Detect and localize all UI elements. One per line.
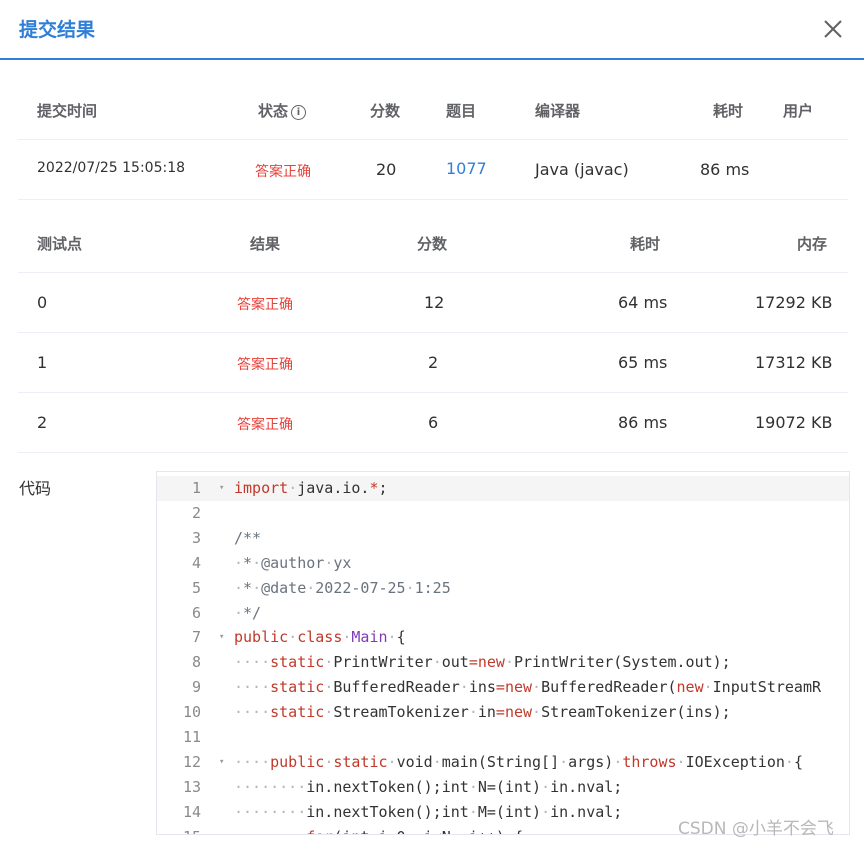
case-elapsed: 65 ms [618,353,668,372]
case-memory: 19072 KB [755,413,833,432]
line-number: 13 [182,777,201,796]
code-line: 8 ····static·PrintWriter·out=new·PrintWri… [157,650,849,675]
code-line: 11 [157,725,849,750]
divider [18,452,848,453]
code-text: ·*·@author·yx [234,553,352,572]
line-number: 9 [191,678,201,697]
line-number: 11 [182,728,201,746]
code-line: 2 [157,501,849,526]
code-label: 代码 [19,479,52,498]
line-number: 2 [191,503,201,522]
case-result: 答案正确 [237,417,293,433]
code-line: 6 ·*/ [157,601,849,626]
code-text: ········in.nextToken();int·N=(int)·in.nv… [234,777,623,796]
divider [18,139,848,140]
info-icon[interactable]: i [291,105,307,120]
line-number: 1 [191,479,201,497]
code-text: ····static·PrintWriter·out=new·PrintWrit… [234,653,731,672]
code-text: ····static·StreamTokenizer·in=new·Stream… [234,703,731,722]
header-user: 用户 [783,102,814,120]
case-score: 6 [428,413,439,432]
code-line: 4 ·*·@author·yx [157,551,849,576]
problem-link[interactable]: 1077 [446,159,487,178]
line-number: 3 [191,528,201,547]
divider [18,272,848,273]
case-result: 答案正确 [237,357,293,373]
line-number: 5 [191,578,201,597]
case-id: 2 [37,413,48,432]
dialog-header: 提交结果 [0,0,864,60]
case-memory: 17312 KB [755,353,833,372]
submission-status: 答案正确 [255,164,311,180]
header-problem: 题目 [446,102,477,120]
header-elapsed: 耗时 [713,102,744,120]
case-score: 12 [424,293,445,312]
header-memory: 内存 [797,235,828,253]
submission-compiler: Java (javac) [535,160,629,179]
header-case: 测试点 [37,235,83,253]
case-score: 2 [428,353,439,372]
code-line: 5 ·*·@date·2022-07-25·1:25 [157,576,849,601]
line-number: 4 [191,553,201,572]
code-text: ········for(int·i=0;·i<N;·i++)·{ [234,825,523,834]
watermark: CSDN @小羊不会飞 [678,819,834,839]
case-memory: 17292 KB [755,293,833,312]
fold-arrow-icon[interactable]: ▾ [219,625,224,650]
case-elapsed: 86 ms [618,413,668,432]
code-line: 1 ▾ import·java.io.*; [157,476,849,501]
line-number: 12 [182,752,201,771]
code-line: 12 ▾ ····public·static·void·main(String[]·… [157,750,849,775]
header-result: 结果 [250,235,281,253]
line-number: 8 [191,653,201,672]
divider [18,332,848,333]
line-number: 7 [191,628,201,647]
submission-time: 2022/07/25 15:05:18 [37,160,186,176]
line-number: 15 [157,825,201,834]
code-editor[interactable]: 1 ▾ import·java.io.*; 2 3 /** 4 ·*·@author·yx 5 ·… [156,471,850,835]
code-text: ····public·static·void·main(String[]·arg… [234,752,803,771]
close-icon[interactable] [820,13,846,43]
code-text: import·java.io.*; [234,479,388,497]
dialog-title: 提交结果 [19,19,96,41]
divider [18,392,848,393]
case-id: 1 [37,353,48,372]
code-line: 13 ········in.nextToken();int·N=(int)·in.… [157,775,849,800]
fold-arrow-icon[interactable]: ▾ [219,750,224,775]
code-text: ········in.nextToken();int·M=(int)·in.nv… [234,802,623,821]
fold-arrow-icon[interactable]: ▾ [219,476,224,501]
code-line: 10 ····static·StreamTokenizer·in=new·Stre… [157,700,849,725]
header-compiler: 编译器 [535,102,581,120]
code-text: ·*/ [234,603,262,622]
case-result: 答案正确 [237,297,293,313]
divider [18,199,848,200]
code-text: public·class·Main·{ [234,628,406,647]
code-text: ·*·@date·2022-07-25·1:25 [234,578,451,597]
code-text: /** [234,528,262,547]
submission-elapsed: 86 ms [700,160,750,179]
header-case-score: 分数 [417,235,448,253]
case-elapsed: 64 ms [618,293,668,312]
line-number: 14 [182,802,201,821]
code-line: 9 ····static·BufferedReader·ins=new·Buffe… [157,675,849,700]
code-line: 7 ▾ public·class·Main·{ [157,625,849,650]
header-status: 状态 i [258,100,307,121]
submission-score: 20 [376,160,397,179]
line-number: 10 [182,703,201,722]
code-line: 3 /** [157,526,849,551]
case-id: 0 [37,293,48,312]
header-score: 分数 [370,102,401,120]
code-text: ····static·BufferedReader·ins=new·Buffer… [234,678,822,697]
header-case-elapsed: 耗时 [630,235,661,253]
line-number: 6 [191,603,201,622]
header-time: 提交时间 [37,102,98,120]
